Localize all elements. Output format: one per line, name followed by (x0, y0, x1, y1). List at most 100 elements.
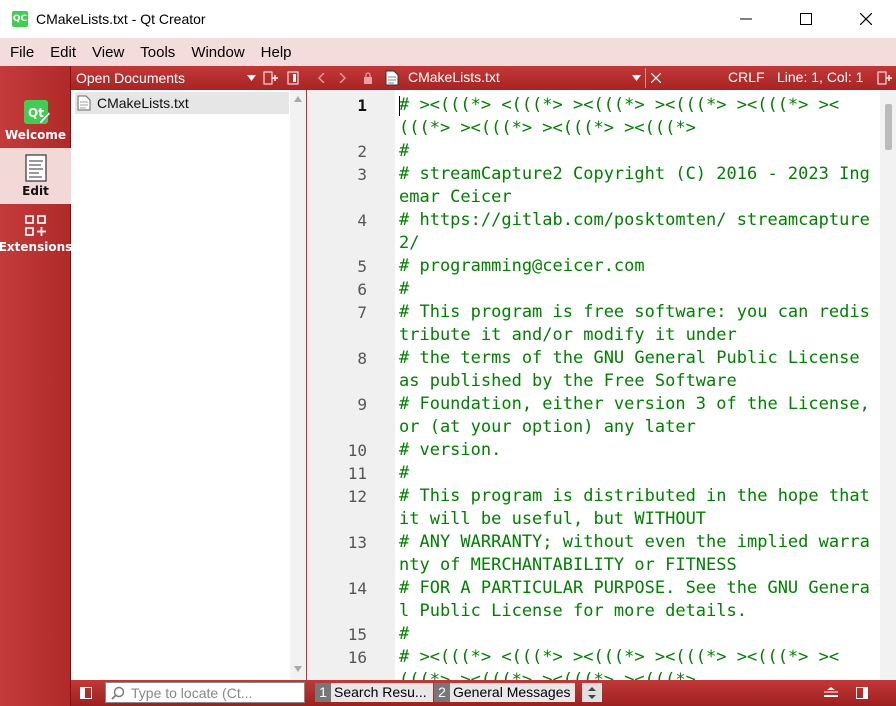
progress-details-icon[interactable] (823, 687, 839, 699)
line-number: 4 (357, 211, 367, 230)
output-pane-general-messages[interactable]: 2 General Messages (434, 683, 575, 702)
editor-scrollbar-thumb[interactable] (885, 104, 892, 150)
code-line[interactable]: 4 # https://gitlab.com/posktomten/ stream… (357, 209, 873, 255)
menu-view[interactable]: View (84, 44, 132, 61)
line-number: 16 (347, 648, 367, 667)
minimize-button[interactable] (716, 0, 776, 38)
edit-document-icon (24, 154, 47, 182)
code-area[interactable]: 1 # ><(((*> <(((*> ><(((*> ><(((*> ><(((*… (348, 94, 877, 680)
code-text: # (399, 463, 410, 483)
split-editor-icon[interactable] (877, 71, 893, 85)
toggle-right-sidebar-icon[interactable] (856, 687, 868, 699)
code-text: # (399, 141, 410, 161)
text-cursor (399, 96, 400, 116)
navigate-back-icon[interactable] (317, 73, 325, 83)
menu-edit[interactable]: Edit (42, 44, 84, 61)
pane-label: General Messages (450, 683, 575, 702)
line-number: 7 (357, 303, 367, 322)
text-file-icon (385, 70, 399, 86)
menu-bar: File Edit View Tools Window Help (0, 38, 896, 66)
line-number: 11 (347, 464, 367, 483)
code-text: # (399, 279, 410, 299)
line-ending-selector[interactable]: CRLF (728, 69, 765, 85)
code-line[interactable]: 11 # (348, 462, 873, 485)
code-line[interactable]: 7 # This program is free software: you ca… (357, 301, 873, 347)
qt-logo-icon: Qt (23, 100, 50, 125)
output-pane-search-results[interactable]: 1 Search Resu... (315, 683, 433, 702)
line-number: 2 (357, 142, 367, 161)
mode-edit[interactable]: Edit (0, 148, 71, 204)
code-line[interactable]: 12 # This program is distributed in the h… (348, 485, 873, 531)
chevron-down-icon[interactable] (632, 75, 641, 81)
navigate-forward-icon[interactable] (339, 73, 347, 83)
toolbar-divider (645, 68, 646, 88)
document-name: CMakeLists.txt (97, 95, 189, 111)
menu-file[interactable]: File (2, 44, 42, 61)
code-line[interactable]: 2 # (357, 140, 873, 163)
code-line[interactable]: 1 # ><(((*> <(((*> ><(((*> ><(((*> ><(((*… (357, 94, 873, 140)
locator-input[interactable]: Type to locate (Ct... (105, 682, 305, 703)
scroll-down-icon[interactable] (294, 666, 302, 672)
code-line[interactable]: 9 # Foundation, either version 3 of the L… (357, 393, 873, 439)
code-editor[interactable]: 1 # ><(((*> <(((*> ><(((*> ><(((*> ><(((*… (307, 90, 896, 680)
minimize-icon (740, 18, 752, 20)
line-number: 13 (347, 533, 367, 552)
extensions-icon (24, 215, 46, 236)
line-number: 9 (357, 395, 367, 414)
close-document-icon[interactable] (651, 73, 661, 83)
menu-help[interactable]: Help (253, 44, 300, 61)
close-pane-icon[interactable] (287, 71, 299, 85)
toggle-sidebar-icon[interactable] (80, 687, 92, 699)
code-line[interactable]: 6 # (357, 278, 873, 301)
close-icon (860, 13, 872, 25)
code-text: # This program is distributed in the hop… (399, 486, 881, 529)
code-line[interactable]: 8 # the terms of the GNU General Public L… (357, 347, 873, 393)
code-line[interactable]: 16 # ><(((*> <(((*> ><(((*> ><(((*> ><(((… (348, 646, 873, 680)
mode-edit-label: Edit (22, 184, 49, 198)
code-text: # version. (399, 440, 502, 460)
editor-file-selector[interactable]: CMakeLists.txt (408, 69, 500, 85)
code-line[interactable]: 13 # ANY WARRANTY; without even the impli… (348, 531, 873, 577)
split-pane-icon[interactable] (263, 71, 279, 85)
editor-toolbar: CMakeLists.txt CRLF Line: 1, Col: 1 (307, 66, 896, 90)
chevron-down-icon[interactable] (247, 75, 256, 81)
code-text: # ><(((*> <(((*> ><(((*> ><(((*> ><(((*>… (399, 95, 840, 138)
cursor-position[interactable]: Line: 1, Col: 1 (777, 69, 863, 85)
more-panes-button[interactable] (582, 683, 602, 702)
code-text: # (399, 624, 410, 644)
editor-scrollbar[interactable] (880, 90, 896, 680)
close-button[interactable] (836, 0, 896, 38)
window-controls (716, 0, 896, 38)
code-line[interactable]: 14 # FOR A PARTICULAR PURPOSE. See the GN… (348, 577, 873, 623)
code-line[interactable]: 3 # streamCapture2 Copyright (C) 2016 - 2… (357, 163, 873, 209)
status-bar: Type to locate (Ct... 1 Search Resu... 2… (71, 680, 896, 706)
open-documents-header: Open Documents (71, 66, 307, 90)
locator-placeholder: Type to locate (Ct... (131, 684, 253, 701)
line-number: 3 (357, 165, 367, 184)
mode-welcome[interactable]: Qt Welcome (0, 92, 71, 148)
line-number: 12 (347, 487, 367, 506)
code-text: # ANY WARRANTY; without even the implied… (399, 532, 870, 575)
code-line[interactable]: 5 # programming@ceicer.com (357, 255, 873, 278)
qt-creator-app-icon: QC (12, 11, 28, 27)
svg-text:Qt: Qt (28, 106, 44, 120)
code-text: # programming@ceicer.com (399, 256, 645, 276)
mode-welcome-label: Welcome (4, 128, 67, 142)
line-number: 6 (357, 280, 367, 299)
pane-label: Search Resu... (331, 683, 433, 702)
scroll-up-icon[interactable] (294, 96, 302, 102)
code-text: # https://gitlab.com/posktomten/ streamc… (399, 210, 870, 253)
menu-window[interactable]: Window (183, 44, 252, 61)
code-line[interactable]: 10 # version. (348, 439, 873, 462)
line-number: 10 (347, 441, 367, 460)
list-item[interactable]: CMakeLists.txt (75, 92, 289, 114)
code-line[interactable]: 15 # (348, 623, 873, 646)
text-file-icon (77, 95, 91, 111)
code-text: # Foundation, either version 3 of the Li… (399, 394, 881, 437)
mode-extensions[interactable]: Extensions (0, 206, 72, 262)
menu-tools[interactable]: Tools (132, 44, 183, 61)
line-number: 5 (357, 257, 367, 276)
open-documents-selector[interactable]: Open Documents (76, 70, 185, 86)
open-documents-scrollbar[interactable] (290, 90, 306, 680)
maximize-button[interactable] (776, 0, 836, 38)
